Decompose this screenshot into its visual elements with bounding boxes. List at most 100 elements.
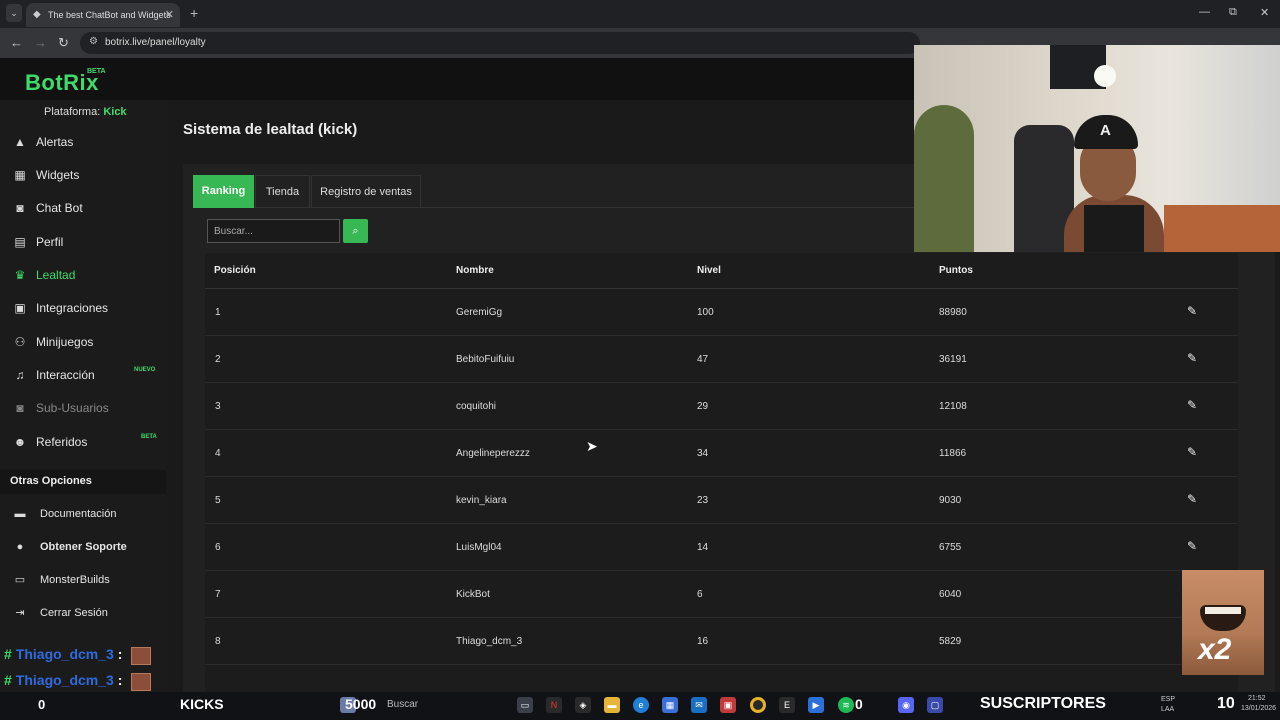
sidebar-item-documentacion[interactable]: ▬ Documentación	[0, 501, 166, 527]
sidebar-item-chat-bot[interactable]: ◙ Chat Bot	[0, 193, 166, 223]
webcam-floor	[1164, 205, 1280, 252]
sidebar-item-label: Sub-Usuarios	[36, 401, 109, 415]
users-icon: ☻	[13, 435, 27, 449]
cell-level: 34	[697, 448, 709, 459]
sidebar-item-label: Alertas	[36, 135, 74, 149]
url-field[interactable]: ⚙ botrix.live/panel/loyalty	[80, 32, 920, 54]
edit-pencil-icon[interactable]: ✎	[1187, 492, 1197, 506]
cell-name: Thiago_dcm_3	[456, 636, 523, 647]
cell-name: GeremiGg	[456, 307, 503, 318]
table-row: 2 BebitoFuifuiu 47 36191 ✎	[205, 336, 1238, 383]
browser-tab[interactable]: ◆ The best ChatBot and Widgets ✕	[26, 3, 180, 27]
forward-arrow-icon[interactable]: →	[34, 35, 47, 50]
sidebar-item-interaccion[interactable]: ♫ Interacción	[0, 360, 166, 390]
sidebar-item-obtener-soporte[interactable]: ● Obtener Soporte	[0, 534, 166, 560]
column-header-puntos: Puntos	[939, 265, 973, 276]
spotify-icon[interactable]: ≋	[838, 697, 854, 713]
sidebar-item-referidos[interactable]: ☻ Referidos	[0, 427, 166, 457]
music-icon: ♫	[15, 368, 25, 382]
sidebar-item-label: MonsterBuilds	[40, 574, 110, 586]
edit-pencil-icon[interactable]: ✎	[1187, 304, 1197, 318]
taskbar-search[interactable]: Buscar	[387, 699, 418, 710]
site-info-icon[interactable]: ⚙	[89, 36, 98, 47]
store-icon[interactable]: ▦	[662, 697, 678, 713]
meme-x2-text: x2	[1198, 633, 1232, 666]
chat-hash-icon: #	[4, 646, 12, 662]
cell-points: 9030	[939, 495, 962, 506]
cell-points: 5829	[939, 636, 962, 647]
webcam-lamp	[1094, 65, 1116, 87]
edit-pencil-icon[interactable]: ✎	[1187, 398, 1197, 412]
sidebar-item-cerrar-sesion[interactable]: ⇥ Cerrar Sesión	[0, 600, 166, 626]
file-explorer-icon[interactable]: ▬	[604, 697, 620, 713]
sidebar-item-label: Perfil	[36, 235, 64, 249]
sidebar-item-perfil[interactable]: ▤ Perfil	[0, 227, 166, 257]
edit-pencil-icon[interactable]: ✎	[1187, 445, 1197, 459]
tab-close-icon[interactable]: ✕	[165, 8, 174, 21]
tab-registro-de-ventas[interactable]: Registro de ventas	[311, 175, 421, 208]
logout-icon: ⇥	[15, 607, 25, 619]
tab-ranking[interactable]: Ranking	[193, 175, 254, 208]
webcam-plant	[914, 105, 974, 252]
reload-icon[interactable]: ↻	[58, 35, 69, 51]
sidebar-item-alertas[interactable]: ▲ Alertas	[0, 127, 166, 157]
mail-icon[interactable]: ✉	[691, 697, 707, 713]
discord-icon[interactable]: ◉	[898, 697, 914, 713]
games-icon[interactable]: ▣	[720, 697, 736, 713]
epic-games-icon[interactable]: E	[779, 697, 795, 713]
cell-name: KickBot	[456, 589, 490, 600]
chat-separator: :	[117, 646, 123, 662]
back-arrow-icon[interactable]: ←	[10, 35, 23, 50]
app-icon[interactable]: ▢	[927, 697, 943, 713]
edit-pencil-icon[interactable]: ✎	[1187, 351, 1197, 365]
webcam-overlay: A	[914, 45, 1280, 252]
edit-pencil-icon[interactable]: ✎	[1187, 539, 1197, 553]
task-view-icon[interactable]: ▭	[517, 697, 533, 713]
netflix-icon[interactable]: N	[546, 697, 562, 713]
tab-search-button[interactable]: ⌄	[6, 4, 22, 22]
integration-icon: ▣	[14, 301, 26, 315]
sidebar-item-label: Referidos	[36, 435, 88, 449]
new-tab-button[interactable]: +	[190, 5, 198, 21]
app-icon[interactable]: ◈	[575, 697, 591, 713]
sidebar-item-label: Obtener Soporte	[40, 541, 127, 553]
cell-position: 7	[215, 589, 221, 600]
table-row: 6 LuisMgl04 14 6755 ✎	[205, 524, 1238, 571]
search-input[interactable]	[207, 219, 340, 243]
sidebar-item-sub-usuarios[interactable]: ◙ Sub-Usuarios	[0, 393, 166, 423]
robot-icon: ◙	[16, 201, 24, 215]
warning-icon: ▲	[14, 135, 26, 149]
sidebar-item-lealtad[interactable]: ♛ Lealtad	[0, 260, 166, 290]
sidebar-item-minijuegos[interactable]: ⚇ Minijuegos	[0, 327, 166, 357]
minimize-button[interactable]: —	[1199, 6, 1210, 18]
mouse-cursor-icon: ➤	[586, 438, 598, 454]
language-indicator-2: LAA	[1161, 706, 1175, 713]
platform-value: Kick	[103, 106, 127, 118]
edge-icon[interactable]: e	[633, 697, 649, 713]
chat-overlay-line: # Thiago_dcm_3 :	[4, 646, 122, 662]
tab-tienda[interactable]: Tienda	[255, 175, 310, 208]
language-indicator[interactable]: ESP	[1161, 696, 1175, 703]
cell-level: 16	[697, 636, 709, 647]
window-close-button[interactable]: ✕	[1260, 6, 1269, 19]
cell-name: LuisMgl04	[456, 542, 502, 553]
search-button[interactable]: ⌕	[343, 219, 368, 243]
cell-points: 88980	[939, 307, 967, 318]
cell-level: 6	[697, 589, 703, 600]
cell-position: 8	[215, 636, 221, 647]
webcam-person-shirt	[1084, 205, 1144, 252]
sidebar-item-monsterbuilds[interactable]: ▭ MonsterBuilds	[0, 567, 166, 593]
cell-position: 4	[215, 448, 221, 459]
chat-username: Thiago_dcm_3	[15, 672, 114, 688]
app-icon[interactable]: ▶	[808, 697, 824, 713]
chrome-icon[interactable]	[750, 697, 766, 713]
question-icon: ●	[16, 541, 24, 553]
cell-level: 14	[697, 542, 709, 553]
clock-date: 13/01/2026	[1241, 705, 1277, 712]
clock-time[interactable]: 21:52	[1248, 695, 1266, 702]
gamepad-icon: ⚇	[14, 335, 26, 349]
sidebar-item-integraciones[interactable]: ▣ Integraciones	[0, 293, 166, 323]
sidebar-item-widgets[interactable]: ▦ Widgets	[0, 160, 166, 190]
maximize-button[interactable]: ⧉	[1229, 6, 1237, 19]
site-favicon-icon: ◆	[33, 9, 41, 20]
